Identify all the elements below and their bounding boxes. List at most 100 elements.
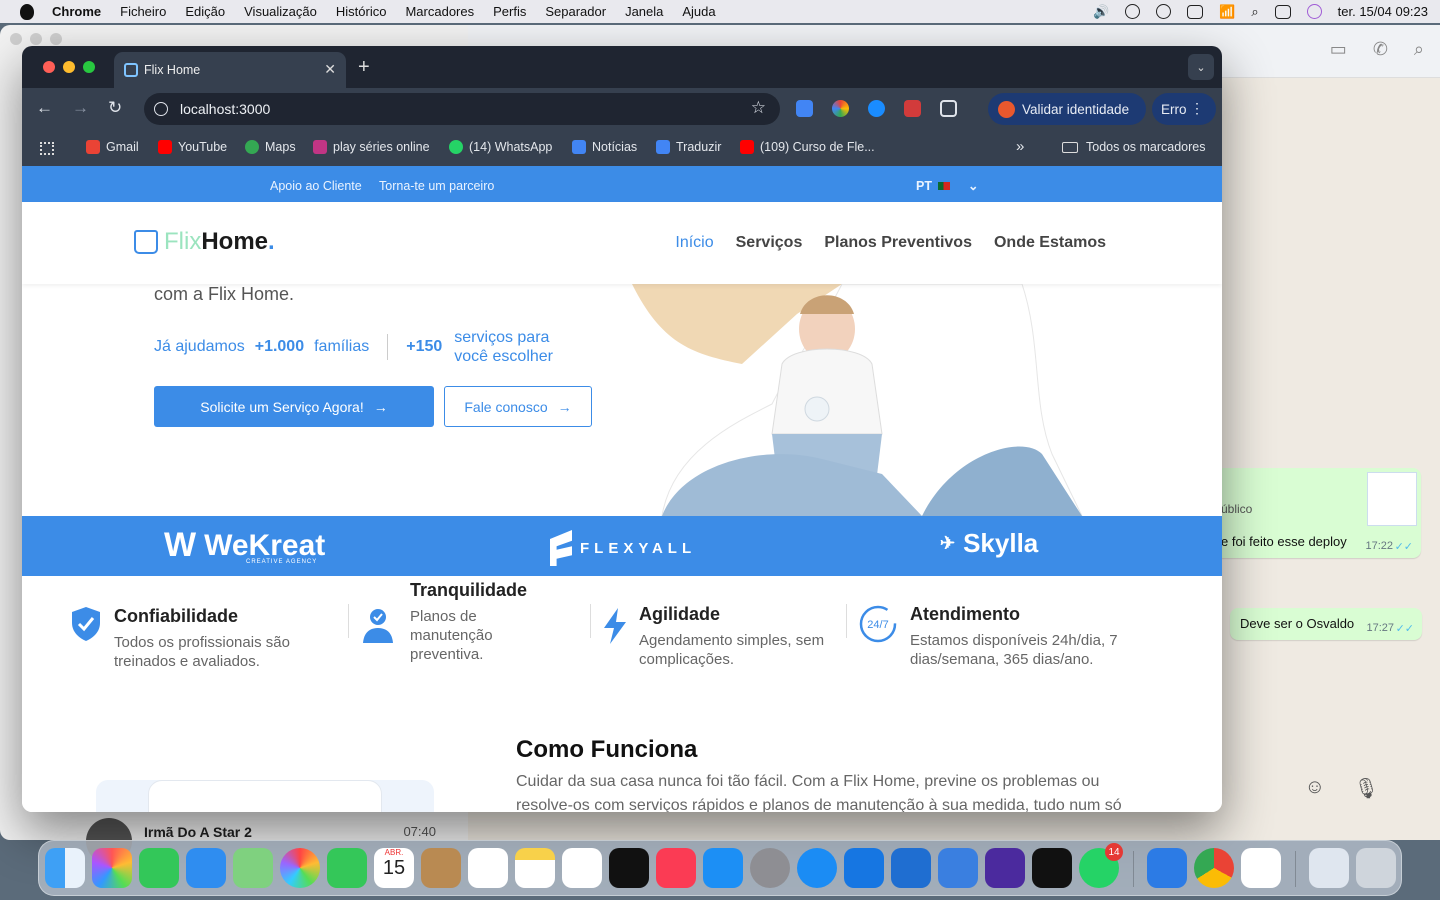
nav-planos-preventivos[interactable]: Planos Preventivos [824,234,972,252]
maps-icon[interactable] [233,848,273,888]
menu-ajuda[interactable]: Ajuda [682,4,715,19]
bookmark-traduzir[interactable]: Traduzir [656,140,721,154]
play-status-icon[interactable] [1156,4,1172,19]
notes-icon[interactable] [515,848,555,888]
whatsapp-message[interactable]: Deve ser o Osvaldo 17:27 ✓✓ [1230,608,1422,640]
more-menu-icon[interactable]: ⋮ [1190,100,1204,117]
minimize-window-icon[interactable] [63,61,75,73]
forward-arrow-icon[interactable]: → [72,98,89,118]
freeform-icon[interactable] [562,848,602,888]
bookmark-gmail[interactable]: Gmail [86,140,139,154]
menu-edicao[interactable]: Edição [185,4,225,19]
search-icon[interactable]: ⌕ [1414,39,1424,60]
nav-onde-estamos[interactable]: Onde Estamos [994,234,1106,252]
partner-link[interactable]: Torna-te um parceiro [379,179,494,193]
url-text[interactable]: localhost:3000 [180,101,270,117]
proton-vpn-icon[interactable] [844,848,884,888]
siri-icon[interactable] [1306,4,1322,19]
translate-extension-icon[interactable] [796,100,813,117]
music-icon[interactable] [656,848,696,888]
reminders-icon[interactable] [468,848,508,888]
app-store-icon[interactable] [703,848,743,888]
all-bookmarks-button[interactable]: Todos os marcadores [1062,140,1206,154]
extensions-puzzle-icon[interactable] [940,100,957,117]
menu-visualizacao[interactable]: Visualização [244,4,317,19]
control-center-icon[interactable] [1274,4,1291,19]
screenshot-extension-icon[interactable] [904,100,921,117]
trash-icon[interactable] [1356,848,1396,888]
purple-app-icon[interactable] [985,848,1025,888]
apple-menu-icon[interactable] [20,3,34,20]
mongodb-icon[interactable] [1241,848,1281,888]
bookmark-noticias[interactable]: Notícias [572,140,637,154]
whatsapp-message[interactable]: úblico e foi feito esse deploy 17:22 ✓✓ [1215,468,1421,558]
apple-tv-icon[interactable] [609,848,649,888]
launchpad-icon[interactable] [92,848,132,888]
contacts-icon[interactable] [421,848,461,888]
zoom-window-icon[interactable] [83,61,95,73]
bookmark-youtube[interactable]: YouTube [158,140,227,154]
nav-inicio[interactable]: Início [675,234,713,252]
bookmark-whatsapp[interactable]: (14) WhatsApp [449,140,552,154]
safari-icon[interactable] [797,848,837,888]
menu-ficheiro[interactable]: Ficheiro [120,4,166,19]
request-service-button[interactable]: Solicite um Serviço Agora! → [154,386,434,427]
mail-icon[interactable] [186,848,226,888]
vscode-icon[interactable] [891,848,931,888]
volume-icon[interactable]: 🔊 [1093,4,1109,20]
tab-flix-home[interactable]: Flix Home ✕ [114,52,346,88]
system-settings-icon[interactable] [750,848,790,888]
menu-separador[interactable]: Separador [545,4,606,19]
downloads-folder-icon[interactable] [1309,848,1349,888]
reload-icon[interactable]: ↻ [108,98,122,118]
phone-call-icon[interactable]: ✆ [1373,39,1388,60]
menu-historico[interactable]: Histórico [336,4,387,19]
xcode-simulator-icon[interactable] [938,848,978,888]
bookmark-star-icon[interactable]: ☆ [751,98,766,118]
validar-identidade-button[interactable]: Validar identidade [988,93,1146,125]
xcode-icon[interactable] [1147,848,1187,888]
window-zoom-icon[interactable] [50,33,62,45]
emoji-icon[interactable]: ☺ [1305,776,1325,799]
flixhome-logo[interactable]: Flix Home . [134,228,275,256]
support-link[interactable]: Apoio ao Cliente [270,179,362,193]
site-info-icon[interactable] [154,102,168,116]
bookmark-play-series[interactable]: play séries online [313,140,430,154]
microphone-icon[interactable]: 🎙 [1354,776,1379,801]
back-arrow-icon[interactable]: ← [36,98,53,118]
menubar-datetime[interactable]: ter. 15/04 09:23 [1338,4,1428,19]
user-status-icon[interactable] [1125,4,1141,19]
wifi-icon[interactable]: 📶 [1219,4,1235,20]
bookmark-curso[interactable]: (109) Curso de Fle... [740,140,875,154]
menu-janela[interactable]: Janela [625,4,663,19]
close-window-icon[interactable] [43,61,55,73]
menu-perfis[interactable]: Perfis [493,4,526,19]
spotlight-search-icon[interactable]: ⌕ [1251,4,1258,20]
apps-grid-icon[interactable] [40,142,54,155]
contact-us-button[interactable]: Fale conosco → [444,386,592,427]
window-close-icon[interactable] [10,33,22,45]
calendar-icon[interactable]: ABR. 15 [374,848,414,888]
video-call-icon[interactable]: ▭ [1330,39,1347,60]
photos-icon[interactable] [280,848,320,888]
tab-search-chevron-icon[interactable]: ⌄ [1188,54,1214,80]
chat-list-item[interactable]: Irmã Do A Star 2 07:40 [86,818,436,864]
facetime-icon[interactable] [327,848,367,888]
close-tab-icon[interactable]: ✕ [324,61,336,78]
messages-icon[interactable] [139,848,179,888]
bookmarks-overflow-icon[interactable]: » [1016,138,1024,155]
chrome-icon[interactable] [1194,848,1234,888]
menu-app-name[interactable]: Chrome [52,4,101,19]
new-tab-icon[interactable]: + [358,56,370,79]
message-thumbnail[interactable] [1367,472,1417,526]
nav-servicos[interactable]: Serviços [736,234,803,252]
color-extension-icon[interactable] [832,100,849,117]
battery-icon[interactable] [1187,4,1204,19]
language-selector[interactable]: PT ⌄ [916,178,978,194]
address-bar[interactable]: localhost:3000 ☆ [144,93,780,125]
finder-icon[interactable] [45,848,85,888]
terminal-icon[interactable] [1032,848,1072,888]
profile-error-button[interactable]: Erro ⋮ [1152,93,1216,125]
window-minimize-icon[interactable] [30,33,42,45]
bookmark-maps[interactable]: Maps [245,140,296,154]
